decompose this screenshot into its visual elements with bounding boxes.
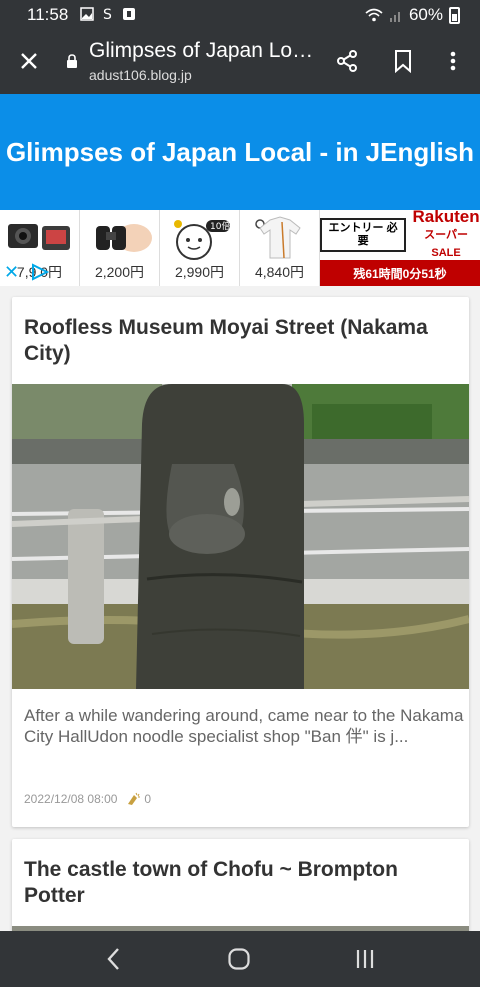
home-button[interactable] (219, 943, 259, 975)
share-button[interactable] (330, 44, 364, 78)
ad-price: 2,200円 (94, 264, 145, 280)
post-meta: 2022/12/08 08:00 0 (24, 792, 151, 806)
ad-item-badge[interactable]: 10倍 2,990円 (160, 210, 240, 286)
s-app-icon: S (103, 7, 112, 21)
home-icon (228, 948, 250, 970)
bookmark-button[interactable] (386, 44, 420, 78)
camera-icon (8, 224, 70, 250)
recents-icon (356, 950, 374, 968)
url-host[interactable]: adust106.blog.jp (89, 67, 192, 83)
lock-icon (67, 54, 77, 68)
post-date: 2022/12/08 08:00 (24, 792, 118, 806)
blog-title[interactable]: Glimpses of Japan Local - in JEnglish (6, 137, 474, 168)
close-tab-button[interactable] (12, 44, 46, 78)
ad-rakuten-sale[interactable]: エントリー 必要 Rakuten スーパーSALE 残61時間0分51秒 (320, 208, 480, 286)
post-title[interactable]: The castle town of Chofu ~ Brompton Pott… (24, 857, 454, 909)
moyai-statue-photo (12, 384, 469, 689)
system-nav-bar (0, 931, 480, 987)
ad-close-icon[interactable]: ✕ (4, 262, 19, 283)
status-time: 11:58 (27, 5, 69, 24)
ad-price: 4,840円 (254, 264, 305, 280)
status-bar: 11:58 S 60% (0, 0, 480, 30)
post-likes[interactable]: 0 (125, 792, 151, 806)
ad-item-shirt[interactable]: 4,840円 (240, 210, 320, 286)
clap-icon (128, 792, 141, 805)
share-icon (337, 50, 357, 72)
ad-banner[interactable]: 7,9 0円 2,200円 10倍 2,990円 4,840円 エントリー 必要… (0, 208, 480, 286)
recents-button[interactable] (345, 943, 385, 975)
post-card[interactable]: Roofless Museum Moyai Street (Nakama Cit… (12, 297, 469, 827)
rakuten-entry-label: エントリー 必要 (320, 218, 407, 252)
rakuten-top: エントリー 必要 Rakuten スーパーSALE (320, 208, 480, 262)
ad-price: 2,990円 (174, 264, 225, 280)
binoculars-icon (96, 224, 152, 252)
close-icon (21, 53, 37, 69)
notification-icon (123, 8, 135, 20)
post-title[interactable]: Roofless Museum Moyai Street (Nakama Cit… (24, 315, 454, 367)
browser-toolbar: Glimpses of Japan Loc... adust106.blog.j… (0, 30, 480, 94)
likes-count: 0 (144, 792, 152, 806)
back-button[interactable] (94, 943, 134, 975)
rakuten-sale-label: スーパーSALE (424, 229, 469, 259)
battery-icon (449, 6, 460, 24)
gallery-icon (80, 7, 94, 21)
rakuten-countdown: 残61時間0分51秒 (320, 260, 480, 286)
more-options-button[interactable] (436, 44, 470, 78)
blog-header[interactable]: Glimpses of Japan Local - in JEnglish (0, 94, 480, 210)
bookmark-icon (395, 50, 411, 73)
back-icon (107, 948, 119, 970)
page-title[interactable]: Glimpses of Japan Loc... (89, 39, 319, 63)
more-vertical-icon (450, 51, 456, 71)
rakuten-brand: Rakuten スーパーSALE (412, 208, 480, 262)
face-badge-icon: 10倍 (174, 220, 230, 260)
post-card[interactable]: The castle town of Chofu ~ Brompton Pott… (12, 839, 469, 939)
battery-percent: 60% (408, 5, 443, 24)
wifi-icon (365, 8, 383, 22)
ad-badge-text: 10倍 (210, 220, 230, 232)
post-excerpt[interactable]: After a while wandering around, came nea… (24, 705, 464, 747)
ad-choices-icon[interactable] (30, 263, 50, 281)
shirt-icon (255, 216, 301, 259)
signal-icon (389, 12, 400, 22)
post-image[interactable] (12, 384, 469, 689)
ad-item-binoculars[interactable]: 2,200円 (80, 210, 160, 286)
svg-text:S: S (103, 7, 112, 21)
rakuten-logo-text: Rakuten (412, 207, 480, 226)
status-right: 60% (365, 5, 460, 25)
